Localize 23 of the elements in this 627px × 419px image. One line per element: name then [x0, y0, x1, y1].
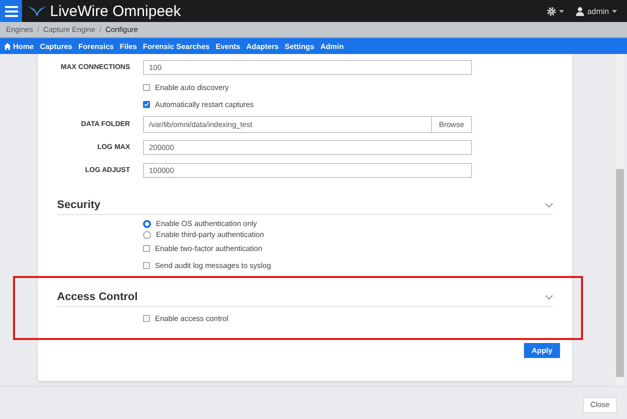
settings-menu[interactable] — [547, 6, 564, 16]
user-menu[interactable]: admin — [576, 6, 617, 16]
checkbox[interactable] — [143, 245, 150, 252]
section-title: Access Control — [57, 291, 138, 303]
menu-button[interactable] — [0, 0, 22, 22]
section-title: Security — [57, 199, 100, 211]
home-icon — [4, 42, 11, 50]
checkbox[interactable] — [143, 101, 150, 108]
caret-icon — [612, 10, 617, 12]
chevron-down-icon[interactable] — [545, 202, 553, 208]
user-icon — [576, 6, 584, 16]
app-title: LiveWire Omnipeek — [50, 2, 181, 20]
checkbox[interactable] — [143, 315, 150, 322]
caret-icon — [559, 10, 564, 12]
radio-button[interactable] — [143, 230, 151, 238]
bird-logo-icon — [28, 4, 46, 18]
menu-icon — [4, 6, 18, 16]
checkbox[interactable] — [143, 84, 150, 91]
chevron-down-icon[interactable] — [545, 294, 553, 300]
radio-button[interactable] — [143, 220, 151, 228]
checkbox[interactable] — [143, 262, 150, 269]
scrollbar[interactable] — [615, 54, 625, 386]
settings-icon — [547, 6, 556, 16]
